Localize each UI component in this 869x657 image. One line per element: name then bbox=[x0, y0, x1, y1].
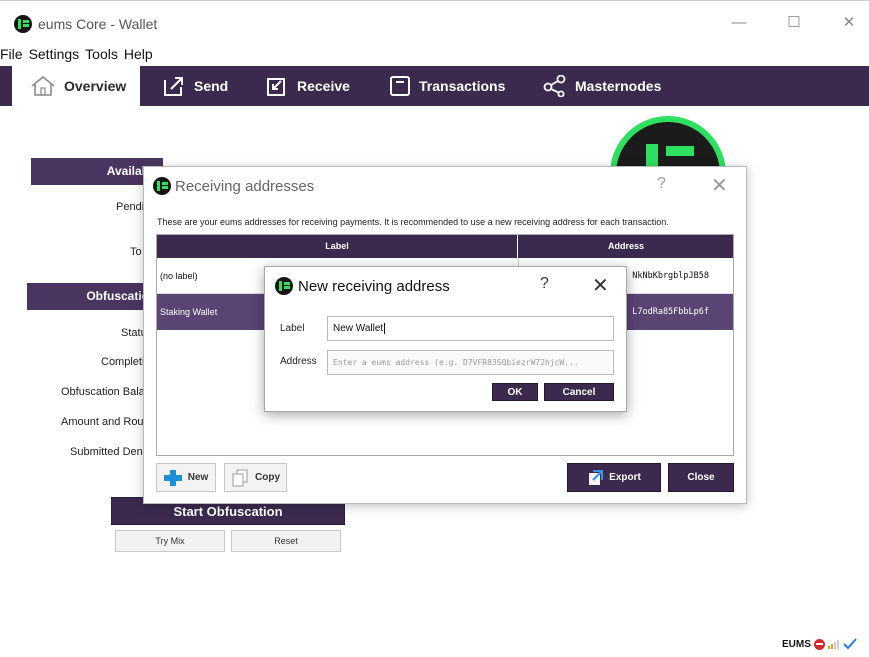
minimize-button[interactable]: — bbox=[724, 11, 754, 35]
synced-check-icon bbox=[843, 638, 857, 650]
obfuscation-banner: Obfuscatio bbox=[27, 283, 157, 310]
home-icon bbox=[31, 75, 55, 96]
close-window-button[interactable]: ✕ bbox=[834, 11, 864, 35]
copy-icon bbox=[232, 469, 248, 486]
tab-transactions[interactable]: Transactions bbox=[389, 66, 505, 106]
dialog-logo-icon bbox=[275, 277, 293, 295]
status-tray: EUMS bbox=[782, 638, 857, 650]
maximize-button[interactable]: ☐ bbox=[779, 11, 809, 35]
amount-rounds-label: Amount and Round bbox=[61, 416, 156, 428]
submitted-denoms-label: Submitted Denor bbox=[70, 446, 153, 458]
tab-send[interactable]: Send bbox=[162, 66, 228, 106]
receive-icon bbox=[267, 78, 285, 96]
tray-unit: EUMS bbox=[782, 638, 811, 650]
export-button[interactable]: Export bbox=[567, 463, 661, 492]
menu-tools[interactable]: Tools bbox=[79, 44, 118, 64]
copy-label: Copy bbox=[255, 472, 280, 483]
column-address[interactable]: Address bbox=[519, 235, 733, 258]
send-icon bbox=[164, 77, 183, 96]
plus-icon bbox=[163, 469, 182, 486]
export-label: Export bbox=[609, 472, 641, 483]
pending-label: Pendi bbox=[116, 201, 145, 213]
text-caret bbox=[384, 322, 386, 334]
window-title: eums Core - Wallet bbox=[38, 16, 158, 32]
total-label: To bbox=[130, 246, 142, 258]
tab-masternodes[interactable]: Masternodes bbox=[543, 66, 661, 106]
tab-overview-label: Overview bbox=[64, 78, 127, 94]
label-input-value: New Wallet bbox=[333, 323, 384, 334]
table-header: Label Address bbox=[157, 235, 733, 258]
tab-overview[interactable]: Overview bbox=[12, 66, 140, 106]
new-label: New bbox=[187, 472, 209, 483]
receiving-help-button[interactable]: ? bbox=[657, 175, 666, 193]
network-status-icon bbox=[813, 638, 825, 650]
menu-settings[interactable]: Settings bbox=[23, 44, 80, 64]
new-address-dialog-title: New receiving address bbox=[298, 278, 450, 295]
new-receiving-address-dialog: New receiving address ? ✕ Label New Wall… bbox=[264, 266, 627, 412]
menu-file[interactable]: File bbox=[0, 44, 23, 64]
main-toolbar: Overview Send Receive Transactions Maste… bbox=[0, 66, 869, 106]
new-address-help-button[interactable]: ? bbox=[540, 275, 549, 293]
signal-icon bbox=[827, 640, 839, 649]
tab-masternodes-label: Masternodes bbox=[575, 78, 662, 94]
address-caption: Address bbox=[280, 356, 317, 367]
title-bar: eums Core - Wallet — ☐ ✕ bbox=[0, 0, 869, 44]
reset-button[interactable]: Reset bbox=[231, 530, 341, 552]
try-mix-button[interactable]: Try Mix bbox=[115, 530, 225, 552]
label-input[interactable]: New Wallet bbox=[327, 316, 614, 341]
column-label[interactable]: Label bbox=[157, 235, 518, 258]
menu-bar: File Settings Tools Help bbox=[0, 44, 153, 64]
export-icon bbox=[589, 469, 604, 485]
share-network-icon bbox=[543, 75, 566, 97]
tab-receive-label: Receive bbox=[297, 78, 350, 94]
receiving-dialog-title: Receiving addresses bbox=[175, 178, 315, 195]
transactions-icon bbox=[390, 76, 410, 96]
app-logo-icon bbox=[14, 15, 32, 33]
new-address-button[interactable]: New bbox=[156, 463, 216, 492]
close-dialog-button[interactable]: Close bbox=[668, 463, 734, 492]
copy-address-button[interactable]: Copy bbox=[224, 463, 287, 492]
address-input[interactable]: Enter a eums address (e.g. D7VFR83SQbiez… bbox=[327, 350, 614, 375]
label-caption: Label bbox=[280, 323, 305, 334]
tab-transactions-label: Transactions bbox=[419, 78, 506, 94]
dialog-logo-icon bbox=[153, 177, 171, 195]
receiving-close-icon[interactable]: ✕ bbox=[711, 173, 728, 198]
ok-button[interactable]: OK bbox=[492, 383, 538, 401]
tab-send-label: Send bbox=[194, 78, 229, 94]
new-address-close-icon[interactable]: ✕ bbox=[592, 273, 609, 298]
receiving-description: These are your eums addresses for receiv… bbox=[157, 217, 669, 227]
tab-receive[interactable]: Receive bbox=[265, 66, 350, 106]
menu-help[interactable]: Help bbox=[118, 44, 153, 64]
cancel-button[interactable]: Cancel bbox=[544, 383, 614, 401]
